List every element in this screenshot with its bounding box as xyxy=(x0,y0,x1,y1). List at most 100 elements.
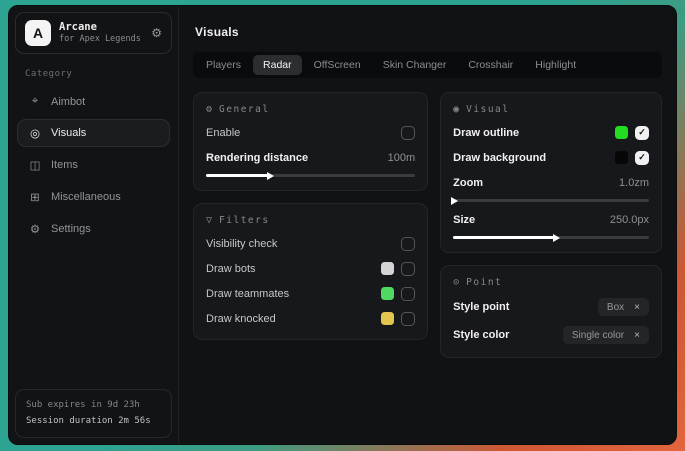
rendering-distance-slider[interactable] xyxy=(206,174,415,177)
left-column: ⚙ General Enable Rendering distance 100m xyxy=(193,92,428,340)
slider-fill xyxy=(453,236,555,239)
draw-bots-controls xyxy=(381,262,415,276)
tab-crosshair[interactable]: Crosshair xyxy=(458,55,523,75)
tab-players[interactable]: Players xyxy=(196,55,251,75)
sub-expires-text: Sub expires in 9d 23h xyxy=(26,398,161,413)
color-swatch[interactable] xyxy=(381,312,394,325)
panel-title: Point xyxy=(466,277,502,288)
color-swatch[interactable] xyxy=(615,126,628,139)
style-point-label: Style point xyxy=(453,301,509,313)
sidebar-item-items[interactable]: ◫ Items xyxy=(17,151,170,179)
visual-panel: ◉ Visual Draw outline ✓ Draw background xyxy=(440,92,662,253)
package-icon: ◫ xyxy=(28,158,42,172)
app-window: A Arcane for Apex Legends ⚙ Category ⌖ A… xyxy=(8,5,677,445)
size-value: 250.0px xyxy=(610,214,649,226)
panel-title: Filters xyxy=(219,215,270,226)
rendering-distance-row: Rendering distance 100m xyxy=(206,150,415,165)
tab-bar: Players Radar OffScreen Skin Changer Cro… xyxy=(193,52,662,78)
enable-row: Enable xyxy=(206,125,415,140)
slider-thumb[interactable] xyxy=(267,172,274,180)
draw-teammates-row: Draw teammates xyxy=(206,286,415,301)
draw-knocked-label: Draw knocked xyxy=(206,313,276,325)
sidebar-item-label: Aimbot xyxy=(51,96,85,108)
sidebar-item-label: Items xyxy=(51,159,78,171)
draw-knocked-row: Draw knocked xyxy=(206,311,415,326)
app-logo: A xyxy=(25,20,51,46)
visibility-check-row: Visibility check xyxy=(206,236,415,251)
zoom-label: Zoom xyxy=(453,177,483,189)
slider-thumb[interactable] xyxy=(451,197,458,205)
sidebar-spacer xyxy=(15,245,172,389)
sidebar-item-label: Miscellaneous xyxy=(51,191,121,203)
slider-fill xyxy=(206,174,269,177)
grid-icon: ⊞ xyxy=(28,190,42,204)
sidebar-item-label: Visuals xyxy=(51,127,86,139)
visibility-check-label: Visibility check xyxy=(206,238,277,250)
sidebar-item-label: Settings xyxy=(51,223,91,235)
color-swatch[interactable] xyxy=(381,287,394,300)
tab-offscreen[interactable]: OffScreen xyxy=(304,55,371,75)
panels-grid: ⚙ General Enable Rendering distance 100m xyxy=(193,92,662,358)
eye-icon: ◉ xyxy=(453,104,459,115)
eye-icon: ◎ xyxy=(28,126,42,140)
point-panel-header: ⊙ Point xyxy=(453,277,649,288)
draw-teammates-checkbox[interactable] xyxy=(401,287,415,301)
draw-outline-row: Draw outline ✓ xyxy=(453,125,649,140)
draw-outline-label: Draw outline xyxy=(453,127,519,139)
draw-background-label: Draw background xyxy=(453,152,546,164)
enable-label: Enable xyxy=(206,127,240,139)
close-icon[interactable]: × xyxy=(634,330,640,341)
close-icon[interactable]: × xyxy=(634,302,640,313)
tab-highlight[interactable]: Highlight xyxy=(525,55,586,75)
point-icon: ⊙ xyxy=(453,277,459,288)
panel-title: General xyxy=(219,104,270,115)
style-point-chip-value: Box xyxy=(607,302,624,313)
rendering-distance-label: Rendering distance xyxy=(206,152,308,164)
style-point-row: Style point Box × xyxy=(453,298,649,316)
app-title-block: Arcane for Apex Legends xyxy=(59,21,143,45)
style-point-select[interactable]: Box × xyxy=(598,298,649,316)
main-content: Visuals Players Radar OffScreen Skin Cha… xyxy=(179,6,676,444)
size-label: Size xyxy=(453,214,475,226)
panel-title: Visual xyxy=(466,104,509,115)
draw-background-controls: ✓ xyxy=(615,151,649,165)
slider-thumb[interactable] xyxy=(553,234,560,242)
general-panel: ⚙ General Enable Rendering distance 100m xyxy=(193,92,428,191)
gear-icon: ⚙ xyxy=(206,104,212,115)
draw-outline-checkbox[interactable]: ✓ xyxy=(635,126,649,140)
sidebar-item-miscellaneous[interactable]: ⊞ Miscellaneous xyxy=(17,183,170,211)
gear-icon: ⚙ xyxy=(28,222,42,236)
sidebar-item-visuals[interactable]: ◎ Visuals xyxy=(17,119,170,147)
rendering-distance-value: 100m xyxy=(388,152,416,164)
draw-outline-controls: ✓ xyxy=(615,126,649,140)
zoom-row: Zoom 1.0zm xyxy=(453,175,649,190)
style-color-label: Style color xyxy=(453,329,509,341)
draw-bots-checkbox[interactable] xyxy=(401,262,415,276)
tab-radar[interactable]: Radar xyxy=(253,55,302,75)
style-color-row: Style color Single color × xyxy=(453,326,649,344)
settings-gear-icon[interactable]: ⚙ xyxy=(151,26,162,40)
general-panel-header: ⚙ General xyxy=(206,104,415,115)
point-panel: ⊙ Point Style point Box × Style color S xyxy=(440,265,662,358)
color-swatch[interactable] xyxy=(381,262,394,275)
enable-checkbox[interactable] xyxy=(401,126,415,140)
right-column: ◉ Visual Draw outline ✓ Draw background xyxy=(440,92,662,358)
draw-bots-row: Draw bots xyxy=(206,261,415,276)
tab-skin-changer[interactable]: Skin Changer xyxy=(373,55,457,75)
sidebar-item-settings[interactable]: ⚙ Settings xyxy=(17,215,170,243)
draw-background-row: Draw background ✓ xyxy=(453,150,649,165)
draw-teammates-controls xyxy=(381,287,415,301)
sidebar-item-aimbot[interactable]: ⌖ Aimbot xyxy=(17,88,170,115)
zoom-slider[interactable] xyxy=(453,199,649,202)
style-color-select[interactable]: Single color × xyxy=(563,326,649,344)
zoom-value: 1.0zm xyxy=(619,177,649,189)
visibility-check-checkbox[interactable] xyxy=(401,237,415,251)
app-logo-card: A Arcane for Apex Legends ⚙ xyxy=(15,12,172,54)
app-name: Arcane xyxy=(59,21,143,34)
size-slider[interactable] xyxy=(453,236,649,239)
session-duration-text: Session duration 2m 56s xyxy=(26,414,161,429)
color-swatch[interactable] xyxy=(615,151,628,164)
page-title: Visuals xyxy=(195,25,662,39)
draw-knocked-checkbox[interactable] xyxy=(401,312,415,326)
draw-background-checkbox[interactable]: ✓ xyxy=(635,151,649,165)
